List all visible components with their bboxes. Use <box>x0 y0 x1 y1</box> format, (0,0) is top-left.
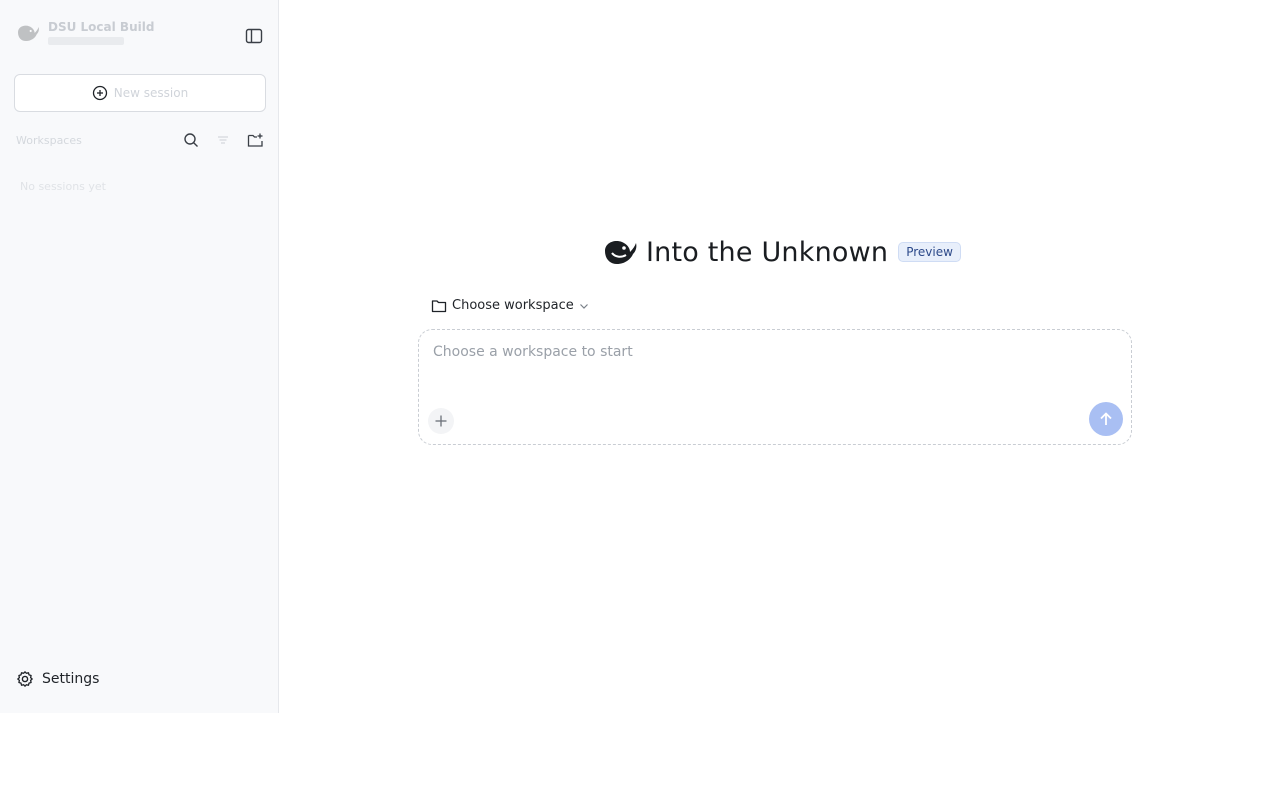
workspaces-header: Workspaces <box>16 128 266 152</box>
search-icon <box>184 133 198 147</box>
whale-logo-icon <box>16 21 40 45</box>
workspace-select[interactable]: Choose workspace <box>431 298 589 313</box>
brand-text: DSU Local Build <box>48 20 154 45</box>
hero-heading: Into the Unknown Preview <box>602 236 961 268</box>
filter-button[interactable] <box>212 129 234 151</box>
chevron-down-icon <box>579 303 588 309</box>
settings-button[interactable]: Settings <box>16 670 99 688</box>
arrow-up-icon <box>1100 412 1112 425</box>
brand-subtitle-placeholder <box>48 37 124 45</box>
brand: DSU Local Build <box>16 20 154 45</box>
new-session-button[interactable]: New session <box>14 74 266 112</box>
whale-logo-icon <box>602 236 638 268</box>
workspaces-label: Workspaces <box>16 133 82 147</box>
main-panel: Into the Unknown Preview Choose workspac… <box>280 0 1280 713</box>
sidebar-toggle-icon <box>245 28 263 44</box>
page-title: Into the Unknown <box>646 236 889 268</box>
preview-badge: Preview <box>898 242 961 262</box>
brand-title: DSU Local Build <box>48 20 155 34</box>
workspaces-actions <box>180 129 266 151</box>
filter-icon <box>218 136 228 144</box>
search-button[interactable] <box>180 129 202 151</box>
settings-label: Settings <box>42 671 100 687</box>
sidebar-toggle-button[interactable] <box>243 25 265 47</box>
plus-circle-icon <box>92 85 107 101</box>
send-button[interactable] <box>1089 402 1123 436</box>
attach-button[interactable] <box>428 408 454 434</box>
sidebar: DSU Local Build New session Workspaces N… <box>0 0 279 713</box>
new-session-label: New session <box>113 86 189 100</box>
workspace-select-label: Choose workspace <box>452 298 574 313</box>
app-window: DSU Local Build New session Workspaces N… <box>0 0 1280 713</box>
gear-icon <box>17 671 33 687</box>
folder-plus-icon <box>247 133 263 147</box>
message-input[interactable] <box>433 344 1073 360</box>
empty-sessions-hint: No sessions yet <box>20 180 106 193</box>
plus-icon <box>435 415 447 427</box>
folder-icon <box>431 299 447 312</box>
composer <box>418 329 1132 445</box>
new-folder-button[interactable] <box>244 129 266 151</box>
